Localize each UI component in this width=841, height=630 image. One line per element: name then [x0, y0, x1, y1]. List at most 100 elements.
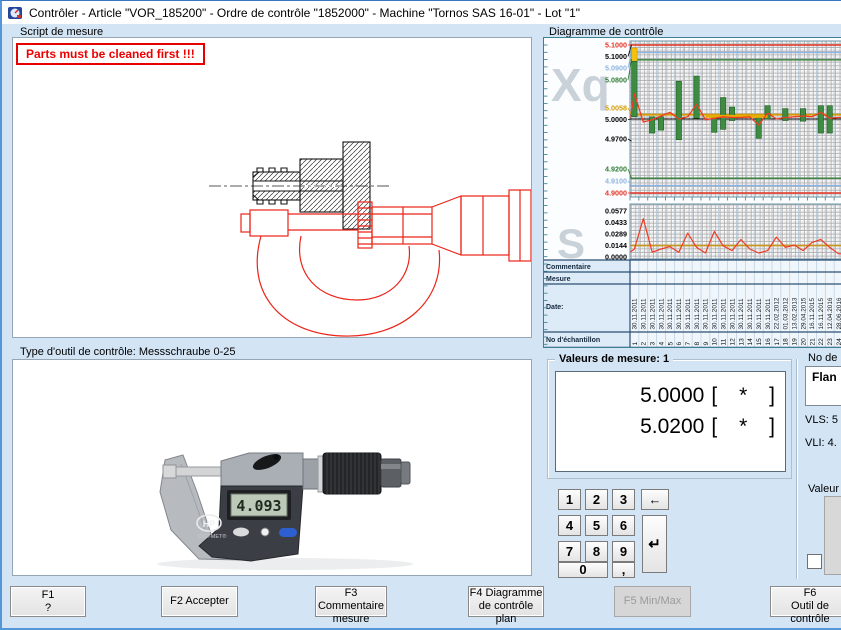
chart-bar	[800, 109, 805, 122]
fkey-f1[interactable]: F1?	[10, 586, 86, 617]
keypad-key-5[interactable]: 5	[585, 515, 608, 536]
sample-number: 18	[783, 338, 790, 346]
sample-number: 8	[694, 342, 701, 346]
sample-date: 30.11.2011	[703, 298, 710, 329]
tool-panel-label: Type d'outil de contrôle: Messschraube 0…	[20, 346, 236, 358]
sample-number: 10	[712, 338, 719, 346]
s-tick-label: 0.0289	[605, 230, 627, 239]
sample-number: 7	[685, 342, 692, 346]
sample-number: 19	[792, 338, 799, 346]
sample-date: 30.11.2011	[676, 298, 683, 329]
sample-date: 30.11.2011	[685, 298, 692, 329]
micrometer-ratchet	[381, 459, 401, 487]
keypad-key-0[interactable]: 0	[558, 562, 608, 578]
fkey-f3-commentaire[interactable]: F3 Commentairemesure	[315, 586, 387, 617]
chart-bar	[658, 117, 663, 130]
sample-number: 12	[729, 338, 736, 346]
xq-limit-label: 5.0900	[605, 63, 627, 72]
fkey-f5-minmax[interactable]: F5 Min/Max	[614, 586, 691, 617]
keypad-enter[interactable]: ↵	[642, 515, 667, 573]
sample-number: 11	[721, 338, 728, 345]
model-label: DIGI-MET®	[198, 533, 227, 540]
keypad-key-1[interactable]: 1	[558, 489, 581, 510]
table-row-label: Commentaire	[546, 264, 591, 271]
keypad-key-4[interactable]: 4	[558, 515, 581, 536]
chart-bar	[729, 107, 734, 120]
sample-number: 2	[641, 342, 648, 346]
keypad-key-8[interactable]: 8	[585, 541, 608, 562]
s-tick-label: 0.0577	[605, 207, 627, 216]
xq-limit-label: 5.0000	[605, 115, 627, 124]
sample-date: 30.11.2011	[765, 298, 772, 329]
measure-flag: *	[717, 380, 769, 411]
sample-date: 30.11.2011	[720, 298, 727, 329]
sample-number: 3	[650, 342, 657, 346]
valeur-checkbox[interactable]	[807, 554, 822, 569]
sample-number: 23	[827, 338, 834, 346]
sample-number: 5	[667, 342, 674, 346]
sample-date: 30.11.2011	[756, 298, 763, 329]
xq-watermark: Xq	[551, 59, 610, 111]
keypad-key-7[interactable]: 7	[558, 541, 581, 562]
control-chart: XqS5.10005.10005.09005.08005.00585.00004…	[543, 37, 841, 348]
measure-value: 5.0200	[640, 415, 704, 438]
bracket-close: ]	[769, 415, 775, 438]
side-value-box	[824, 496, 841, 575]
sample-date: 13.02.2013	[791, 297, 798, 329]
keypad-key-3[interactable]: 3	[612, 489, 635, 510]
xq-limit-label: 4.9100	[605, 176, 627, 185]
sample-date: 28.06.2016	[836, 297, 841, 329]
micrometer-anvil	[163, 465, 176, 478]
application-window: Contrôler - Article "VOR_185200" - Ordre…	[0, 0, 841, 630]
table-row-label: Mesure	[546, 276, 571, 283]
chart-bar	[694, 76, 699, 118]
bracket-close: ]	[769, 384, 775, 407]
sample-number: 1	[632, 342, 639, 346]
brand-logo: HP	[203, 519, 216, 529]
fkey-f4-diagramme[interactable]: F4 Diagrammede contrôle plan	[468, 586, 544, 617]
micrometer-photo: 4.093 HP DIGI-MET®	[13, 360, 531, 575]
sample-number: 4	[658, 342, 665, 346]
micrometer-outline	[241, 190, 531, 336]
micrometer-thimble	[323, 453, 381, 494]
xq-limit-label: 5.1000	[605, 40, 627, 49]
technical-drawing	[13, 38, 531, 337]
micrometer-spindle	[176, 467, 228, 476]
sample-date: 30.11.2011	[729, 298, 736, 329]
sample-number: 9	[703, 342, 710, 346]
side-vli-label: VLI: 4.	[805, 437, 837, 449]
keypad-backspace[interactable]: ←	[641, 489, 669, 510]
sample-number: 14	[747, 338, 754, 346]
keypad-key-9[interactable]: 9	[612, 541, 635, 562]
sample-date: 30.11.2011	[747, 298, 754, 329]
measure-value-row: 5.0000[*]	[556, 380, 775, 411]
sample-date: 30.11.2011	[667, 298, 674, 329]
sample-date: 30.11.2011	[712, 298, 719, 329]
chart-bar	[756, 117, 761, 138]
sample-date: 01.03.2012	[783, 297, 790, 329]
fkey-f6-outil[interactable]: F6Outil de contrôle	[770, 586, 841, 617]
drawn-part	[253, 142, 370, 229]
xq-limit-label: 4.9700	[605, 134, 627, 143]
chart-bar	[818, 106, 823, 133]
fkey-f2-accepter[interactable]: F2 Accepter	[161, 586, 238, 617]
measure-values-group: 5.0000[*] 5.0200[*]	[547, 359, 792, 479]
keypad-key-2[interactable]: 2	[585, 489, 608, 510]
side-vls-label: VLS: 5	[805, 414, 838, 426]
sample-number: 15	[756, 338, 763, 346]
sample-number: 6	[676, 342, 683, 346]
table-row-label: No d'échantillon	[546, 337, 600, 344]
measure-values-title: Valeurs de mesure: 1	[555, 353, 673, 365]
xq-limit-label: 5.0800	[605, 75, 627, 84]
keypad-key-comma[interactable]: ,	[612, 562, 635, 578]
window-title-bar: Contrôler - Article "VOR_185200" - Ordre…	[2, 1, 841, 24]
xq-limit-label: 4.9000	[605, 188, 627, 197]
sample-number: 24	[836, 338, 841, 346]
tool-panel: 4.093 HP DIGI-MET®	[12, 359, 532, 576]
window-title: Contrôler - Article "VOR_185200" - Ordre…	[29, 6, 580, 20]
keypad-key-6[interactable]: 6	[612, 515, 635, 536]
measure-flag: *	[717, 411, 769, 442]
s-tick-label: 0.0144	[605, 241, 627, 250]
sample-date: 30.11.2011	[694, 298, 701, 329]
sample-date: 30.11.2011	[658, 298, 665, 329]
